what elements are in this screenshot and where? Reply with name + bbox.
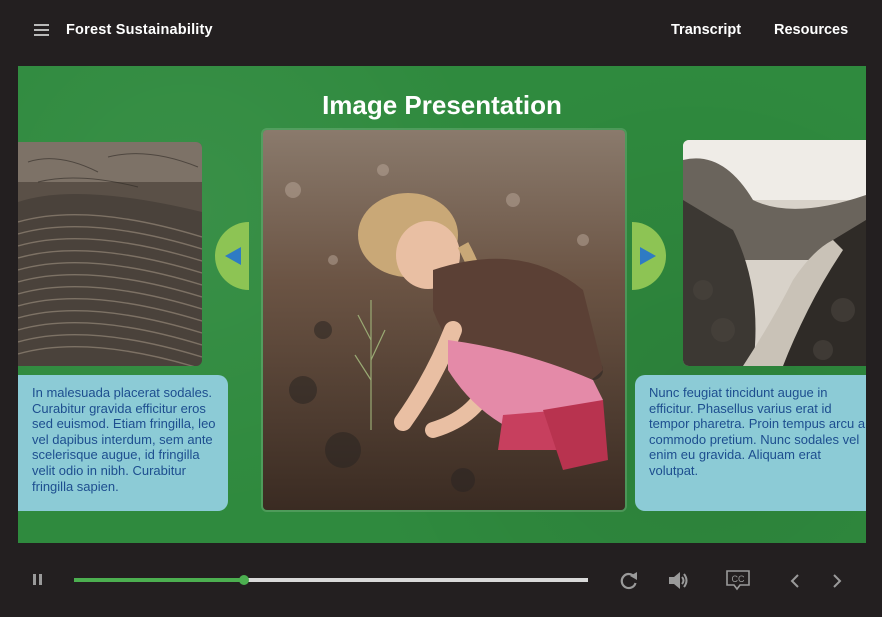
triangle-left-icon bbox=[225, 247, 241, 265]
pause-icon[interactable] bbox=[33, 574, 43, 585]
slide-title: Image Presentation bbox=[322, 90, 562, 120]
previous-image-button[interactable] bbox=[215, 222, 249, 290]
resources-link[interactable]: Resources bbox=[774, 22, 848, 38]
seek-bar[interactable] bbox=[74, 575, 588, 585]
left-caption-text: In malesuada placerat sodales. Curabitur… bbox=[32, 385, 216, 494]
seek-thumb[interactable] bbox=[238, 575, 249, 585]
svg-text:CC: CC bbox=[732, 574, 745, 584]
transcript-link[interactable]: Transcript bbox=[671, 22, 741, 38]
chevron-left-icon[interactable] bbox=[789, 573, 801, 589]
left-caption-box: In malesuada placerat sodales. Curabitur… bbox=[18, 375, 228, 511]
river-valley-photo bbox=[683, 140, 866, 366]
right-caption-text: Nunc feugiat tincidunt augue in efficitu… bbox=[649, 385, 866, 478]
replay-icon[interactable] bbox=[620, 571, 638, 590]
course-title: Forest Sustainability bbox=[66, 22, 213, 38]
triangle-right-icon bbox=[640, 247, 656, 265]
hamburger-menu-icon[interactable] bbox=[34, 24, 49, 38]
slide-canvas: Image Presentation In malesuada placerat… bbox=[18, 66, 866, 543]
player-controls: CC bbox=[0, 544, 882, 617]
chevron-right-icon[interactable] bbox=[831, 573, 843, 589]
terraced-hillside-photo bbox=[18, 142, 202, 366]
seek-progress bbox=[74, 578, 244, 582]
child-planting-seedling-photo bbox=[263, 130, 625, 510]
closed-captions-icon[interactable]: CC bbox=[725, 569, 751, 591]
right-caption-box: Nunc feugiat tincidunt augue in efficitu… bbox=[635, 375, 866, 511]
volume-icon[interactable] bbox=[668, 571, 690, 590]
next-image-button[interactable] bbox=[632, 222, 666, 290]
top-bar: Forest Sustainability Transcript Resourc… bbox=[0, 0, 882, 64]
